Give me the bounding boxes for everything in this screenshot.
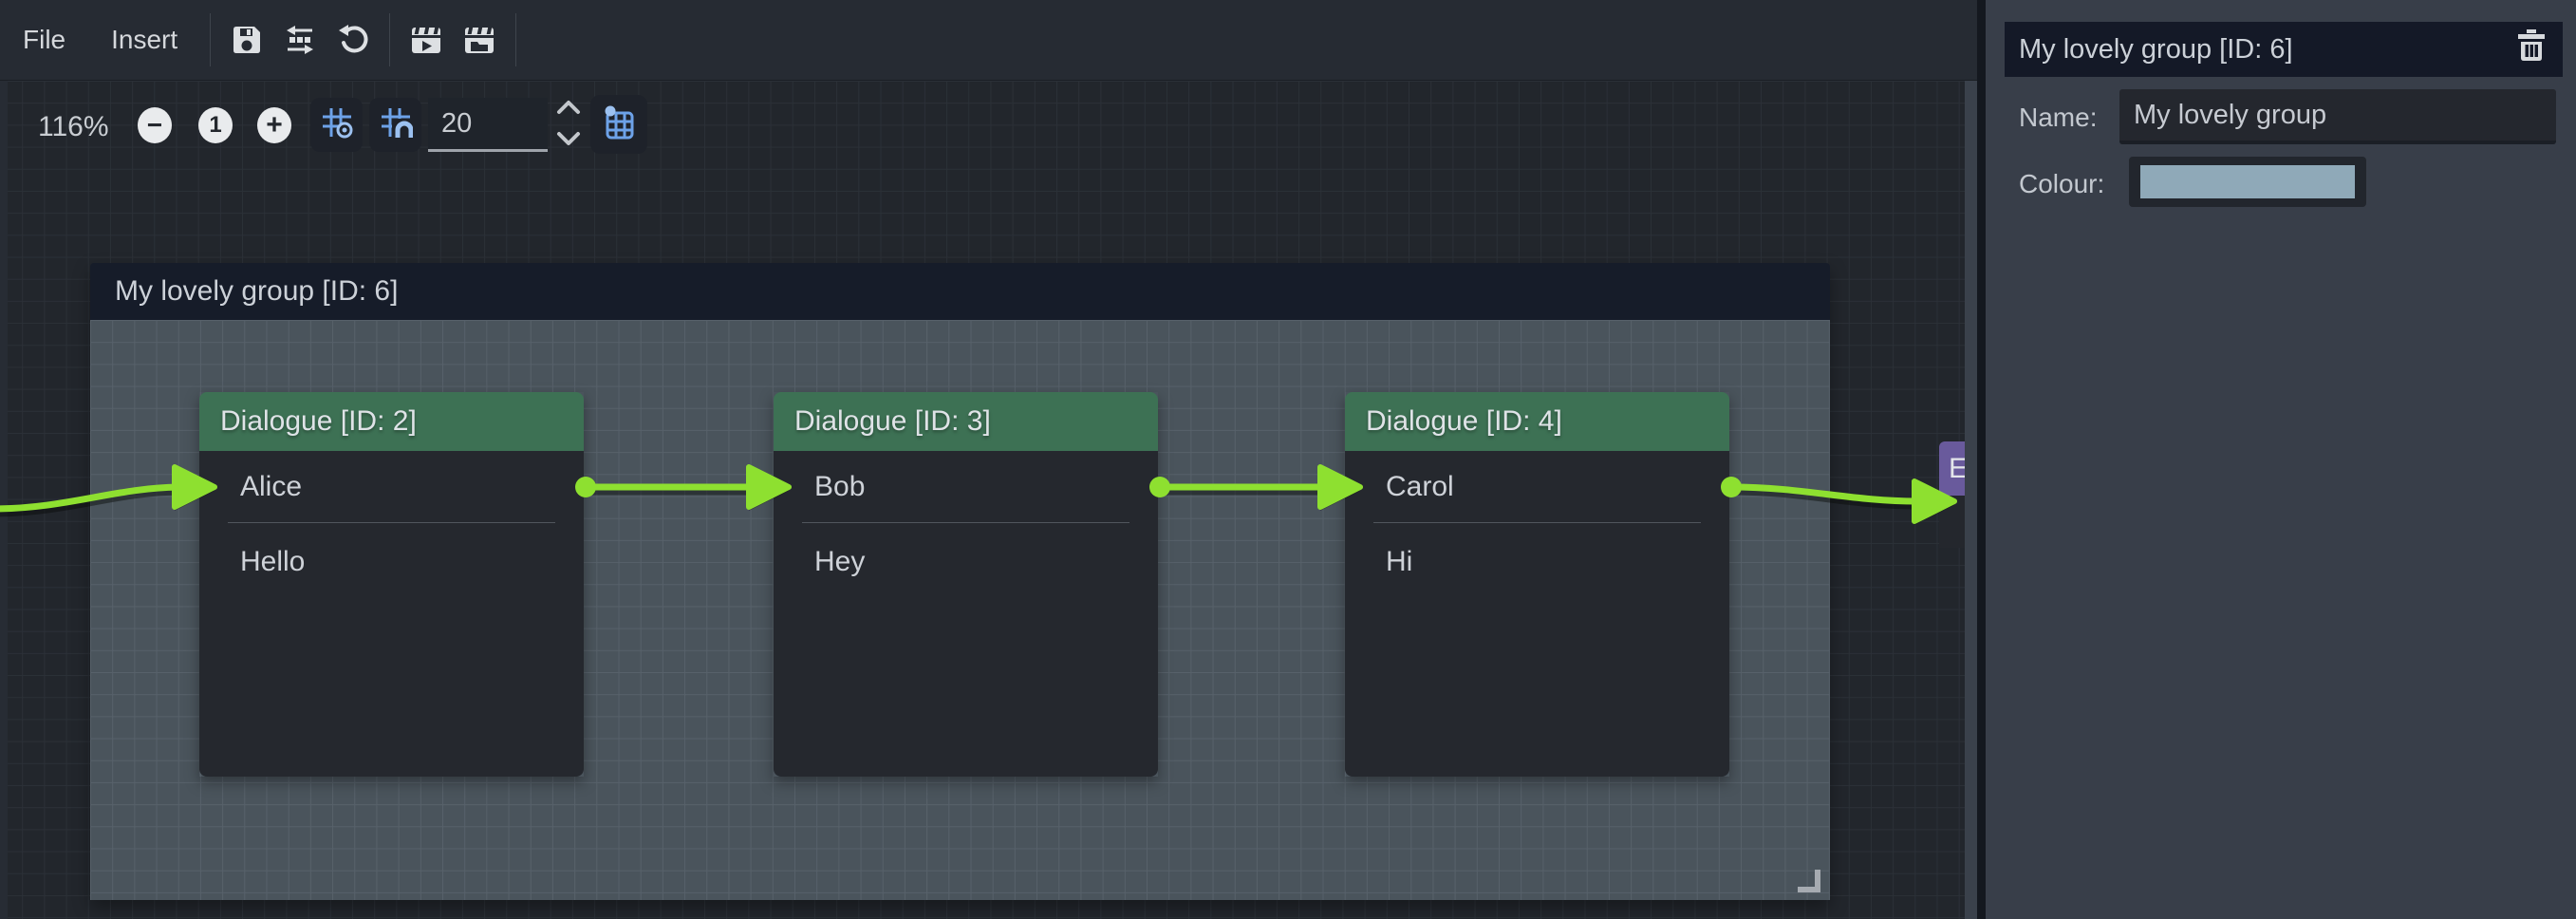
- grid-magnet-icon: [379, 105, 413, 144]
- zoom-reset-button[interactable]: 1: [198, 107, 233, 143]
- snap-spinner[interactable]: [554, 100, 583, 151]
- inspector-header: My lovely group [ID: 6]: [2005, 22, 2563, 77]
- group-title: My lovely group [ID: 6]: [115, 275, 398, 308]
- node-header[interactable]: E: [1939, 441, 1965, 496]
- dialogue-text: Hello: [199, 523, 584, 578]
- undo-button[interactable]: [327, 13, 380, 66]
- menu-separator: [210, 13, 211, 66]
- chevron-up-icon[interactable]: [556, 100, 581, 120]
- minimap-toggle[interactable]: [590, 95, 647, 154]
- grid-icon: [320, 105, 354, 144]
- node-body: Bob Hey: [774, 451, 1158, 777]
- node-body: Alice Hello: [199, 451, 584, 777]
- dialogue-node[interactable]: Dialogue [ID: 3] Bob Hey: [774, 392, 1158, 777]
- show-grid-toggle[interactable]: [310, 98, 363, 152]
- trash-icon: [2517, 29, 2546, 69]
- menu-separator: [389, 13, 390, 66]
- dialogue-text: Hi: [1345, 523, 1729, 578]
- dialogue-node[interactable]: Dialogue [ID: 2] Alice Hello: [199, 392, 584, 777]
- play-button[interactable]: [400, 13, 453, 66]
- colour-swatch: [2140, 165, 2355, 198]
- character-name: Alice: [199, 451, 584, 522]
- character-name: Carol: [1345, 451, 1729, 522]
- graph-canvas[interactable]: 116% − 1 +: [0, 81, 1965, 919]
- snap-distance-input[interactable]: [428, 98, 548, 152]
- colour-label: Colour:: [2019, 169, 2104, 199]
- group-resize-handle[interactable]: [1798, 870, 1820, 892]
- menu-bar: File Insert: [0, 0, 1977, 81]
- menu-separator: [515, 13, 516, 66]
- name-label: Name:: [2019, 103, 2097, 133]
- menu-file[interactable]: File: [0, 0, 88, 80]
- play-clapper-icon: [410, 24, 442, 56]
- menu-insert[interactable]: Insert: [88, 0, 200, 80]
- snap-to-grid-toggle[interactable]: [369, 98, 421, 152]
- group-header[interactable]: My lovely group [ID: 6]: [90, 263, 1830, 320]
- delete-group-button[interactable]: [2515, 33, 2548, 66]
- group-name-input[interactable]: [2119, 89, 2556, 144]
- save-button[interactable]: [220, 13, 273, 66]
- node-body: Carol Hi: [1345, 451, 1729, 777]
- inspector-panel: My lovely group [ID: 6] Name: Colour:: [1986, 0, 2576, 919]
- vertical-scrollbar[interactable]: [1965, 81, 1977, 919]
- node-header[interactable]: Dialogue [ID: 2]: [199, 392, 584, 451]
- chevron-down-icon[interactable]: [556, 131, 581, 151]
- play-from-button[interactable]: [453, 13, 506, 66]
- panel-divider: [1977, 0, 1986, 919]
- reorder-nodes-button[interactable]: [273, 13, 327, 66]
- inspector-title: My lovely group [ID: 6]: [2019, 34, 2293, 66]
- node-header[interactable]: Dialogue [ID: 3]: [774, 392, 1158, 451]
- zoom-out-button[interactable]: −: [138, 107, 172, 143]
- dialogue-node[interactable]: Dialogue [ID: 4] Carol Hi: [1345, 392, 1729, 777]
- dialogue-text: Hey: [774, 523, 1158, 578]
- save-icon: [231, 24, 263, 56]
- zoom-in-button[interactable]: +: [257, 107, 291, 143]
- character-name: Bob: [774, 451, 1158, 522]
- colour-picker-button[interactable]: [2129, 157, 2366, 207]
- node-header[interactable]: Dialogue [ID: 4]: [1345, 392, 1729, 451]
- play-from-folder-icon: [463, 24, 495, 56]
- canvas-edge: [0, 81, 8, 919]
- undo-icon: [337, 24, 369, 56]
- end-node[interactable]: E: [1939, 441, 1965, 548]
- minimap-icon: [601, 104, 637, 145]
- zoom-percent-label: 116%: [38, 111, 109, 143]
- node-body: [1939, 496, 1965, 548]
- reorder-nodes-icon: [284, 24, 316, 56]
